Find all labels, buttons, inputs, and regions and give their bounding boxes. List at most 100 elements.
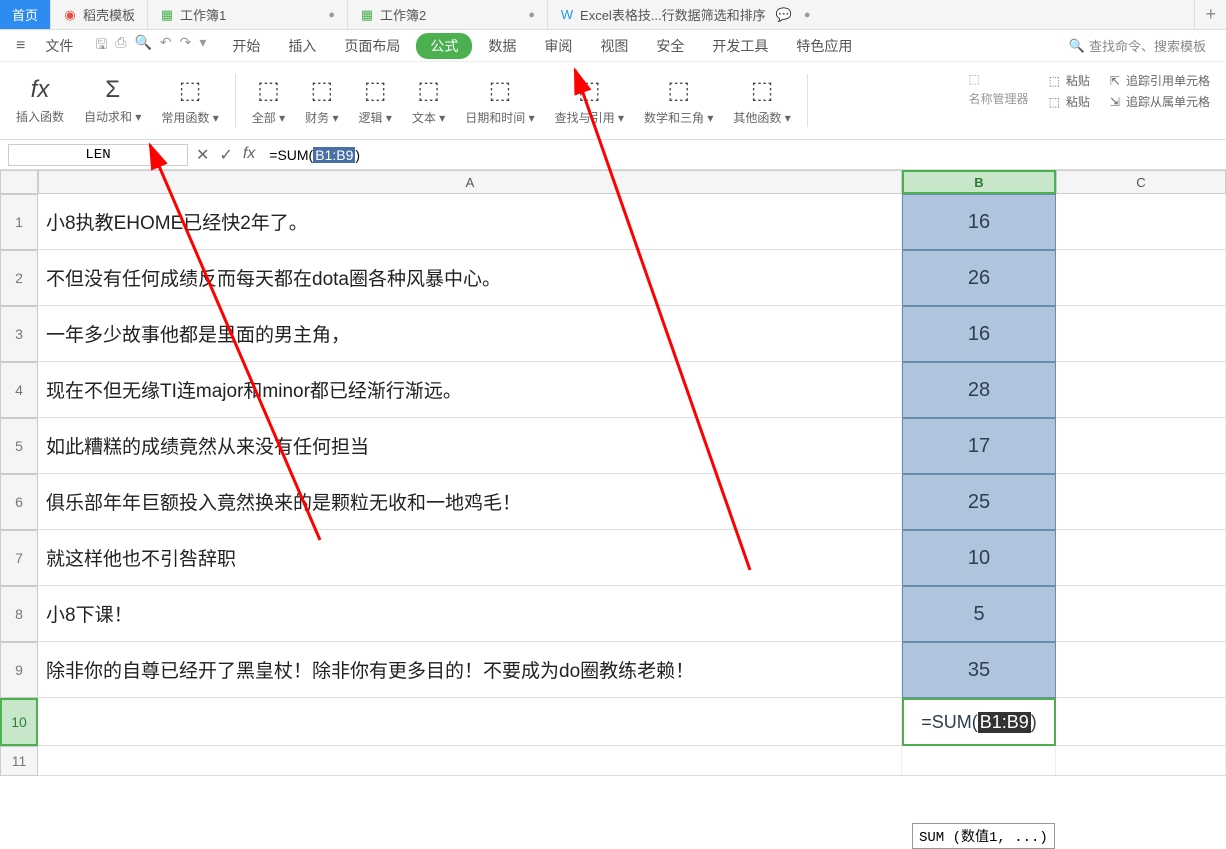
tab-workbook2[interactable]: ▦ 工作簿2 ● [348,0,548,29]
ribbon-label: 日期和时间 ▾ [465,109,534,126]
menu-page-layout[interactable]: 页面布局 [332,32,412,60]
cell-C[interactable] [1056,194,1226,250]
tab-home[interactable]: 首页 [0,0,51,29]
ribbon-lookup[interactable]: ⬚ 查找与引用 ▾ [547,66,632,135]
save-icon[interactable]: 🖫 [95,34,107,58]
cell-A[interactable]: 小8下课！ [38,586,902,642]
cell-C[interactable] [1056,642,1226,698]
name-box[interactable] [8,144,188,166]
cell-B-active[interactable]: =SUM(B1:B9) [902,698,1056,746]
cell-A[interactable]: 不但没有任何成绩反而每天都在dota圈各种风暴中心。 [38,250,902,306]
menu-review[interactable]: 审阅 [532,32,584,60]
cell-C[interactable] [1056,362,1226,418]
col-header-C[interactable]: C [1056,170,1226,194]
cell-B[interactable]: 16 [902,194,1056,250]
new-tab-button[interactable]: + [1195,4,1226,25]
menu-dev-tools[interactable]: 开发工具 [700,32,780,60]
ribbon-auto-sum[interactable]: Σ 自动求和 ▾ [76,66,149,135]
cell-B[interactable]: 5 [902,586,1056,642]
row-header[interactable]: 10 [0,698,38,746]
preview-icon[interactable]: 🔍 [134,34,151,58]
cell-C[interactable] [1056,586,1226,642]
print-icon[interactable]: ⎙ [115,34,126,58]
menu-data[interactable]: 数据 [476,32,528,60]
menu-security[interactable]: 安全 [644,32,696,60]
menu-view[interactable]: 视图 [588,32,640,60]
cell-A[interactable]: 就这样他也不引咎辞职 [38,530,902,586]
close-icon[interactable]: ● [804,9,811,21]
tab-workbook1[interactable]: ▦ 工作簿1 ● [148,0,348,29]
enter-icon[interactable]: ✓ [219,145,232,165]
cell-C[interactable] [1056,418,1226,474]
search-box[interactable]: 🔍 查找命令、搜索模板 [1069,36,1218,55]
cell-C[interactable] [1056,746,1226,776]
fx-icon[interactable]: fx [243,145,255,165]
cell-B[interactable]: 16 [902,306,1056,362]
close-icon[interactable]: ● [328,9,335,21]
cell-B[interactable]: 17 [902,418,1056,474]
col-header-A[interactable]: A [38,170,902,194]
cell-B[interactable]: 35 [902,642,1056,698]
formula-input[interactable]: =SUM(B1:B9) [263,145,366,165]
row-header[interactable]: 8 [0,586,38,642]
tab-label: 工作簿2 [380,5,426,24]
hamburger-icon[interactable]: ≡ [8,37,33,55]
row-header[interactable]: 11 [0,746,38,776]
row-header[interactable]: 9 [0,642,38,698]
cell-C[interactable] [1056,698,1226,746]
redo-icon[interactable]: ↷ [180,34,192,58]
cell-B[interactable]: 10 [902,530,1056,586]
cell-A[interactable]: 俱乐部年年巨额投入竟然换来的是颗粒无收和一地鸡毛！ [38,474,902,530]
cell-C[interactable] [1056,474,1226,530]
cell-B[interactable]: 28 [902,362,1056,418]
cell-B[interactable] [902,746,1056,776]
data-row: 11 [0,746,1226,776]
ribbon-finance[interactable]: ⬚ 财务 ▾ [297,66,346,135]
cancel-icon[interactable]: ✕ [196,145,209,165]
ribbon-text[interactable]: ⬚ 文本 ▾ [404,66,453,135]
ribbon-label: 粘贴 [1066,93,1090,110]
menu-start[interactable]: 开始 [220,32,272,60]
tab-label: 工作簿1 [180,5,226,24]
dropdown-icon[interactable]: ▾ [199,34,206,58]
ribbon-insert-fn[interactable]: fx 插入函数 [8,66,72,135]
tab-template[interactable]: ◉ 稻壳模板 [51,0,148,29]
select-all-corner[interactable] [0,170,38,194]
row-header[interactable]: 3 [0,306,38,362]
cell-A[interactable] [38,746,902,776]
ribbon-label[interactable]: 名称管理器 [969,90,1029,107]
undo-icon[interactable]: ↶ [160,34,172,58]
cell-A[interactable]: 如此糟糕的成绩竟然从来没有任何担当 [38,418,902,474]
menu-special[interactable]: 特色应用 [784,32,864,60]
row-header[interactable]: 4 [0,362,38,418]
cell-C[interactable] [1056,530,1226,586]
cell-A[interactable]: 小8执教EHOME已经快2年了。 [38,194,902,250]
ribbon-all[interactable]: ⬚ 全部 ▾ [244,66,293,135]
ribbon-logic[interactable]: ⬚ 逻辑 ▾ [351,66,400,135]
ribbon-label: 粘贴 [1066,72,1090,89]
cell-C[interactable] [1056,250,1226,306]
row-header[interactable]: 5 [0,418,38,474]
cell-B[interactable]: 25 [902,474,1056,530]
ribbon-datetime[interactable]: ⬚ 日期和时间 ▾ [457,66,542,135]
cell-A[interactable]: 除非你的自尊已经开了黑皇杖！除非你有更多目的！不要成为do圈教练老赖！ [38,642,902,698]
menu-file[interactable]: 文件 [37,36,81,56]
tab-excel-tips[interactable]: W Excel表格技...行数据筛选和排序 💬 ● [548,0,1195,29]
cell-A[interactable]: 现在不但无缘TI连major和minor都已经渐行渐远。 [38,362,902,418]
ribbon-math[interactable]: ⬚ 数学和三角 ▾ [636,66,721,135]
row-header[interactable]: 2 [0,250,38,306]
lookup-icon: ⬚ [578,76,601,105]
row-header[interactable]: 1 [0,194,38,250]
row-header[interactable]: 6 [0,474,38,530]
row-header[interactable]: 7 [0,530,38,586]
cell-A[interactable] [38,698,902,746]
cell-B[interactable]: 26 [902,250,1056,306]
close-icon[interactable]: ● [528,9,535,21]
cell-C[interactable] [1056,306,1226,362]
menu-formula[interactable]: 公式 [416,33,472,59]
col-header-B[interactable]: B [902,170,1056,194]
cell-A[interactable]: 一年多少故事他都是里面的男主角， [38,306,902,362]
ribbon-other-fn[interactable]: ⬚ 其他函数 ▾ [725,66,798,135]
ribbon-common-fn[interactable]: ⬚ 常用函数 ▾ [153,66,226,135]
menu-insert[interactable]: 插入 [276,32,328,60]
